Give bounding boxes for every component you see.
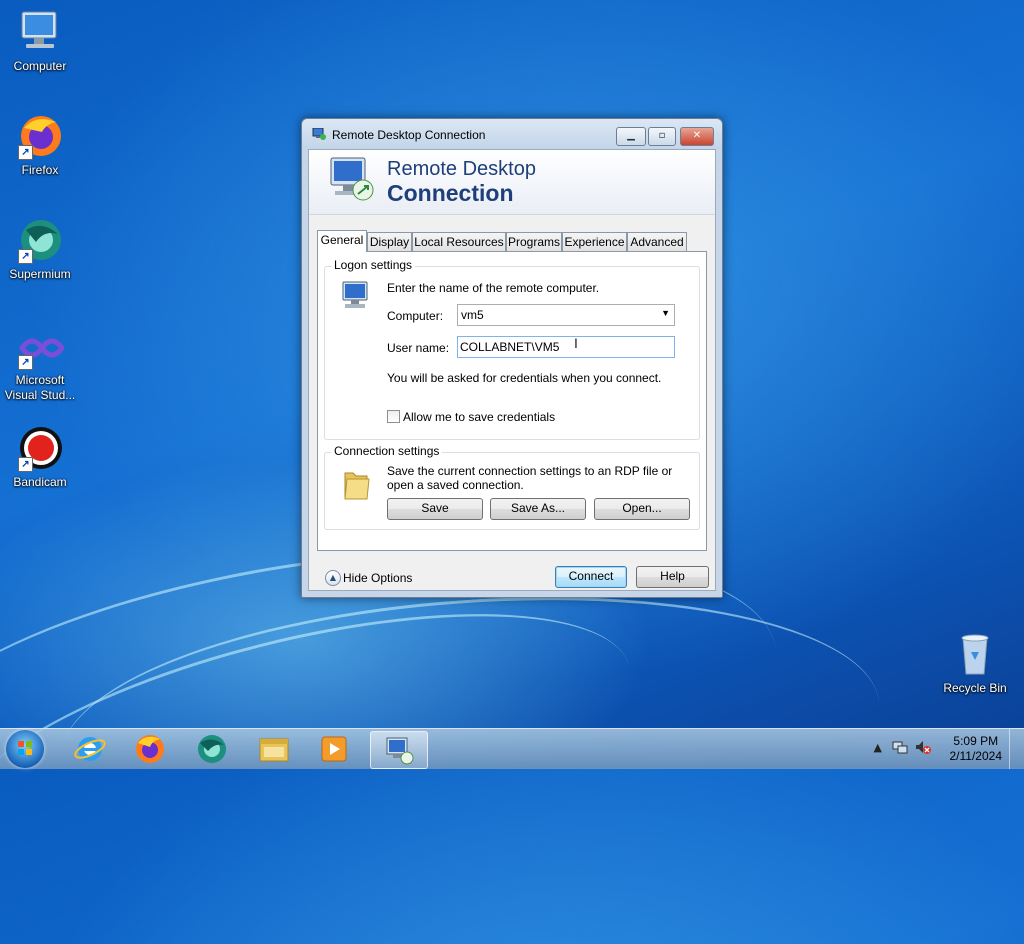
shortcut-arrow-icon: ↗ bbox=[18, 249, 33, 264]
remote-desktop-window: Remote Desktop Connection ▁ ▫ ✕ Remote D… bbox=[301, 118, 723, 598]
firefox-icon: ↗ bbox=[16, 112, 64, 160]
clock-date: 2/11/2024 bbox=[949, 749, 1003, 763]
minimize-button[interactable]: ▁ bbox=[616, 127, 646, 146]
username-input[interactable]: COLLABNET\VM5 I bbox=[457, 335, 675, 358]
credentials-note: You will be asked for credentials when y… bbox=[387, 371, 662, 385]
network-icon[interactable] bbox=[892, 739, 908, 758]
recycle-bin-icon bbox=[951, 630, 999, 678]
show-desktop-button[interactable] bbox=[1009, 729, 1024, 769]
tab-advanced[interactable]: Advanced bbox=[627, 232, 687, 251]
shortcut-arrow-icon: ↗ bbox=[18, 145, 33, 160]
remote-desktop-icon bbox=[312, 127, 326, 140]
window-client-area: Remote Desktop Connection General Displa… bbox=[308, 149, 716, 591]
hide-options-link[interactable]: Hide Options bbox=[343, 571, 412, 585]
tab-display[interactable]: Display bbox=[367, 232, 412, 251]
folder-icon bbox=[341, 467, 371, 504]
maximize-button[interactable]: ▫ bbox=[648, 127, 676, 146]
computer-label: Computer: bbox=[387, 309, 444, 323]
banner-title-line1: Remote Desktop bbox=[387, 158, 536, 180]
desktop-icon-label: Recycle Bin bbox=[943, 681, 1007, 695]
start-button[interactable] bbox=[6, 730, 44, 768]
supermium-icon bbox=[198, 735, 226, 763]
desktop-icon-visual-studio[interactable]: ↗ Microsoft Visual Stud... bbox=[0, 328, 80, 403]
help-button[interactable]: Help bbox=[636, 566, 709, 588]
taskbar-remote-desktop[interactable] bbox=[370, 731, 428, 769]
media-player-icon bbox=[321, 736, 347, 762]
clock[interactable]: 5:09 PM 2/11/2024 bbox=[950, 734, 1003, 764]
banner: Remote Desktop Connection bbox=[309, 150, 715, 215]
internet-explorer-icon bbox=[74, 737, 106, 761]
visual-studio-icon: ↗ bbox=[16, 328, 66, 370]
volume-muted-icon[interactable] bbox=[914, 739, 932, 758]
save-as-button[interactable]: Save As... bbox=[490, 498, 586, 520]
taskbar-supermium[interactable] bbox=[184, 731, 240, 767]
chevron-up-icon[interactable]: ▲ bbox=[325, 570, 341, 586]
taskbar-media-player[interactable] bbox=[306, 731, 362, 767]
computer-icon bbox=[341, 281, 375, 314]
remote-desktop-monitor-icon bbox=[327, 156, 375, 204]
general-tab-panel: Logon settings Enter the name of the rem… bbox=[317, 251, 707, 551]
supermium-icon: ↗ bbox=[16, 216, 64, 264]
save-credentials-label[interactable]: Allow me to save credentials bbox=[403, 410, 555, 424]
username-value: COLLABNET\VM5 bbox=[460, 340, 560, 354]
connection-description: Save the current connection settings to … bbox=[387, 464, 673, 492]
window-title: Remote Desktop Connection bbox=[332, 128, 486, 142]
open-button[interactable]: Open... bbox=[594, 498, 690, 520]
taskbar: ▲ 5:09 PM 2/11/2024 bbox=[0, 728, 1024, 769]
taskbar-firefox[interactable] bbox=[122, 731, 178, 767]
tab-programs[interactable]: Programs bbox=[506, 232, 562, 251]
desktop-icon-firefox[interactable]: ↗ Firefox bbox=[0, 112, 80, 177]
save-credentials-checkbox[interactable] bbox=[387, 410, 400, 423]
desktop-icon-label: Firefox bbox=[21, 163, 59, 177]
desktop-icon-label: Bandicam bbox=[13, 475, 67, 489]
bandicam-icon: ↗ bbox=[16, 424, 64, 472]
shortcut-arrow-icon: ↗ bbox=[18, 457, 33, 472]
tab-local-resources[interactable]: Local Resources bbox=[412, 232, 506, 251]
computer-value: vm5 bbox=[461, 308, 484, 322]
close-button[interactable]: ✕ bbox=[680, 127, 714, 146]
taskbar-internet-explorer[interactable] bbox=[62, 731, 118, 767]
desktop-icon-computer[interactable]: Computer bbox=[0, 8, 80, 73]
taskbar-file-explorer[interactable] bbox=[246, 731, 302, 767]
shortcut-arrow-icon: ↗ bbox=[18, 355, 33, 370]
tab-experience[interactable]: Experience bbox=[562, 232, 627, 251]
text-cursor-icon: I bbox=[574, 335, 578, 351]
dropdown-arrow-icon[interactable]: ▼ bbox=[661, 308, 670, 318]
tab-general[interactable]: General bbox=[317, 230, 367, 252]
desktop-icon-label: Computer bbox=[13, 59, 67, 73]
remote-desktop-icon bbox=[386, 737, 414, 765]
save-button[interactable]: Save bbox=[387, 498, 483, 520]
username-label: User name: bbox=[387, 341, 450, 355]
windows-logo-icon bbox=[18, 741, 32, 755]
computer-combobox[interactable]: vm5 ▼ bbox=[457, 304, 675, 326]
connection-settings-legend: Connection settings bbox=[331, 444, 443, 458]
logon-instruction: Enter the name of the remote computer. bbox=[387, 281, 600, 295]
firefox-icon bbox=[136, 735, 164, 763]
desktop-icon-bandicam[interactable]: ↗ Bandicam bbox=[0, 424, 80, 489]
file-explorer-icon bbox=[259, 738, 289, 762]
logon-settings-legend: Logon settings bbox=[331, 258, 416, 272]
window-titlebar[interactable]: Remote Desktop Connection ▁ ▫ ✕ bbox=[302, 119, 722, 149]
connect-button[interactable]: Connect bbox=[555, 566, 627, 588]
tray-expand-icon[interactable]: ▲ bbox=[874, 741, 882, 754]
desktop-icon-label: Supermium bbox=[9, 267, 71, 281]
desktop-icon-recycle-bin[interactable]: Recycle Bin bbox=[935, 630, 1015, 695]
banner-title-line2: Connection bbox=[387, 180, 514, 206]
logon-settings-group: Logon settings Enter the name of the rem… bbox=[324, 258, 700, 440]
computer-icon bbox=[16, 8, 64, 56]
connection-settings-group: Connection settings Save the current con… bbox=[324, 444, 700, 530]
desktop-icon-label: Microsoft Visual Stud... bbox=[4, 373, 76, 402]
clock-time: 5:09 PM bbox=[953, 734, 999, 748]
desktop-icon-supermium[interactable]: ↗ Supermium bbox=[0, 216, 80, 281]
